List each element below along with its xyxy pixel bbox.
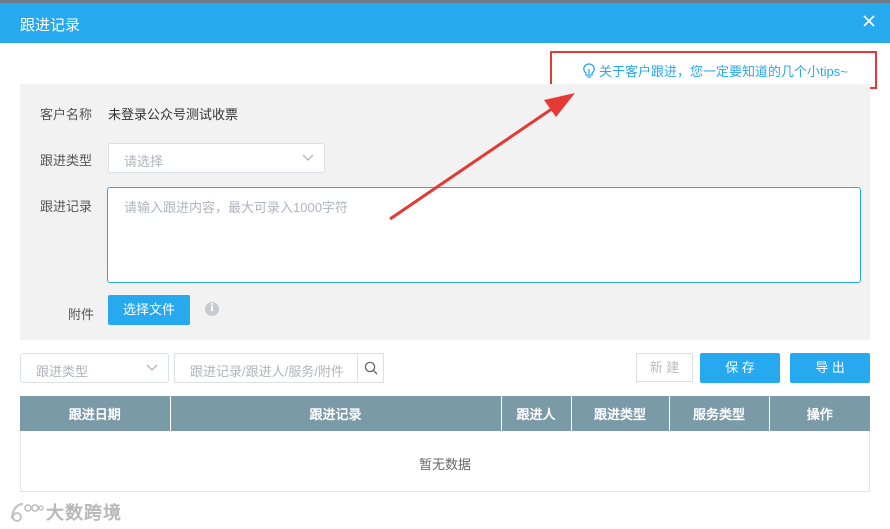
search-placeholder: 跟进记录/跟进人/服务/附件	[190, 364, 344, 379]
close-icon[interactable]	[860, 12, 878, 30]
chevron-down-icon	[146, 364, 158, 371]
table-header-row: 跟进日期 跟进记录 跟进人 跟进类型 服务类型 操作	[20, 396, 870, 431]
follow-type-placeholder: 请选择	[124, 154, 164, 169]
search-input[interactable]: 跟进记录/跟进人/服务/附件	[174, 353, 384, 383]
column-header-type: 跟进类型	[571, 396, 670, 431]
watermark-text: 大数跨境	[46, 503, 122, 523]
choose-file-button[interactable]: 选择文件	[108, 295, 190, 325]
follow-type-select[interactable]: 请选择	[108, 143, 325, 173]
dialog-titlebar: 跟进记录	[0, 3, 890, 43]
tips-text: 关于客户跟进，您一定要知道的几个小tips~	[599, 64, 848, 79]
watermark-logo-icon	[10, 502, 44, 522]
watermark: 大数跨境	[8, 499, 122, 525]
empty-state-text: 暂无数据	[418, 457, 471, 472]
follow-record-placeholder: 请输入跟进内容，最大可录入1000字符	[124, 200, 348, 215]
column-header-service: 服务类型	[669, 396, 770, 431]
column-header-person: 跟进人	[501, 396, 572, 431]
customer-name-label: 客户名称	[40, 107, 93, 122]
empty-state-row: 暂无数据	[20, 431, 870, 492]
follow-record-textarea[interactable]: 请输入跟进内容，最大可录入1000字符	[107, 187, 861, 283]
new-button[interactable]: 新 建	[636, 353, 693, 382]
filter-type-placeholder: 跟进类型	[36, 364, 89, 379]
follow-up-table: 跟进日期 跟进记录 跟进人 跟进类型 服务类型 操作	[20, 396, 870, 431]
column-header-date: 跟进日期	[20, 396, 171, 431]
follow-type-label: 跟进类型	[40, 153, 93, 168]
filter-type-select[interactable]: 跟进类型	[20, 353, 169, 383]
search-button[interactable]	[357, 354, 383, 382]
attachment-label: 附件	[68, 307, 95, 322]
export-button[interactable]: 导 出	[790, 353, 870, 383]
search-icon	[364, 361, 378, 375]
save-button[interactable]: 保 存	[700, 353, 780, 383]
chevron-down-icon	[302, 154, 314, 161]
customer-name-value: 未登录公众号测试收票	[108, 107, 239, 122]
follow-record-label: 跟进记录	[40, 199, 93, 214]
dialog-title: 跟进记录	[20, 17, 81, 34]
column-header-actions: 操作	[769, 396, 870, 431]
column-header-record: 跟进记录	[170, 396, 502, 431]
info-icon[interactable]: i	[205, 302, 219, 316]
tips-link[interactable]: 关于客户跟进，您一定要知道的几个小tips~	[582, 61, 848, 80]
lightbulb-icon	[583, 62, 595, 78]
